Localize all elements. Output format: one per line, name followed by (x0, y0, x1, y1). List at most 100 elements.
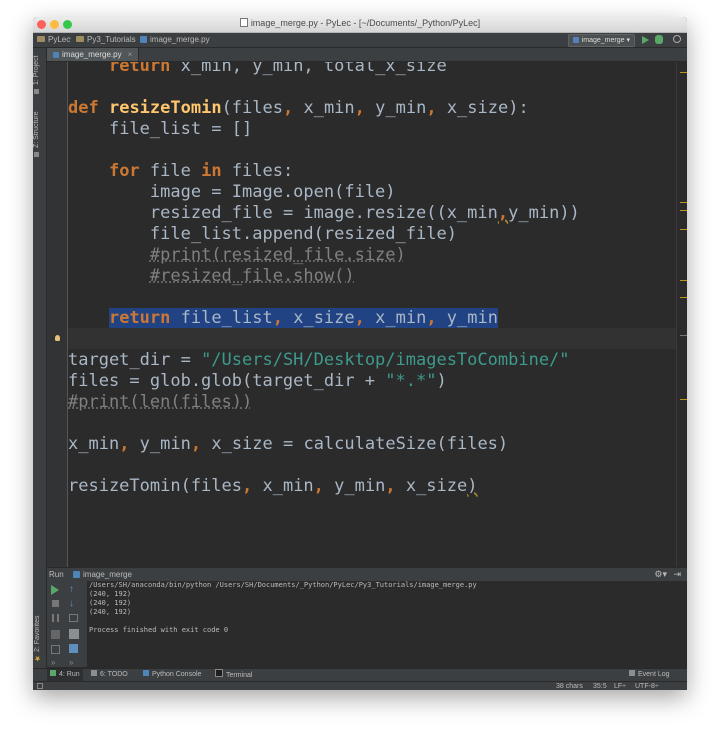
code-line[interactable]: #resized_file.show() (68, 266, 355, 287)
tab-structure-label: Z: Structure (33, 111, 40, 148)
status-encoding[interactable]: UTF-8÷ (635, 682, 659, 690)
breadcrumb-separator-icon: › (69, 35, 72, 42)
code-token: x_size): (436, 98, 529, 118)
status-line-separator[interactable]: LF÷ (614, 682, 626, 690)
hide-panel-icon[interactable]: ⇥ (673, 568, 681, 581)
title-bar: image_merge.py - PyLec - [~/Documents/_P… (33, 17, 687, 33)
stop-icon[interactable] (52, 600, 59, 607)
code-token: #print(len(files)) (68, 392, 253, 412)
code-line[interactable]: files = glob.glob(target_dir + "*.*") (68, 371, 447, 392)
warning-marker[interactable] (680, 202, 687, 203)
tab-favorites-label: 2: Favorites (34, 615, 41, 652)
code-token: return (108, 62, 171, 76)
code-token: x_size (282, 308, 355, 328)
tab-event-log[interactable]: Event Log (629, 669, 670, 681)
selection-marker[interactable] (680, 335, 687, 336)
arrow-up-icon[interactable]: ↑ (69, 585, 79, 595)
code-token: y_min (129, 434, 191, 454)
code-line[interactable]: file_list = [] (68, 119, 252, 140)
code-token: , (385, 476, 396, 496)
code-editor[interactable]: return x_min, y_min, total_x_sizedef res… (68, 62, 676, 574)
tab-python-console[interactable]: Python Console (143, 669, 201, 681)
gear-icon[interactable]: ⚙▾ (654, 568, 667, 581)
warning-marker[interactable] (680, 399, 687, 400)
python-file-icon (53, 52, 59, 58)
run-icon (50, 670, 56, 676)
window-title: image_merge.py - PyLec - [~/Documents/_P… (33, 18, 687, 28)
tab-terminal-label: Terminal (226, 672, 253, 679)
breadcrumb-project[interactable]: PyLec (37, 34, 70, 46)
tool-windows-icon[interactable] (37, 683, 43, 689)
code-line[interactable]: #print(len(files)) (68, 392, 252, 413)
run-configuration-select[interactable]: image_merge ▾ (567, 34, 635, 47)
breadcrumb-file[interactable]: image_merge.py (140, 34, 210, 46)
code-line[interactable]: target_dir = "/Users/SH/Desktop/imagesTo… (68, 350, 570, 371)
code-line[interactable]: resized_file = image.resize((x_min,y_min… (68, 203, 580, 224)
code-token: , (282, 98, 294, 118)
code-token: , (119, 434, 130, 454)
run-tab-label: image_merge (83, 570, 132, 579)
editor-tab-bar: image_merge.py × (47, 48, 687, 62)
tab-todo[interactable]: 6: TODO (91, 669, 128, 681)
code-line[interactable]: for file in files: (68, 161, 293, 182)
run-toolbar: ↑ ↓ » » (47, 581, 88, 667)
print-icon[interactable] (69, 629, 79, 639)
code-token: file_list (170, 308, 273, 328)
editor-scrollbar[interactable] (676, 62, 687, 574)
warning-marker[interactable] (680, 229, 687, 230)
code-line[interactable]: return file_list, x_size, x_min, y_min (68, 308, 498, 329)
close-tab-icon[interactable]: × (128, 50, 133, 59)
current-line-highlight (68, 328, 676, 349)
code-line[interactable]: image = Image.open(file) (68, 182, 396, 203)
run-configuration-label: image_merge (581, 37, 625, 44)
lightbulb-icon[interactable] (55, 335, 60, 341)
code-line[interactable]: x_min, y_min, x_size = calculateSize(fil… (68, 434, 508, 455)
run-tab[interactable]: image_merge (73, 568, 132, 581)
pause-icon[interactable] (52, 614, 59, 622)
code-token: target_dir = (68, 350, 202, 370)
search-icon[interactable] (673, 35, 681, 43)
tab-python-console-label: Python Console (152, 671, 202, 678)
code-token: , (497, 203, 509, 223)
console-line: Process finished with exit code 0 (89, 626, 229, 634)
pin-icon[interactable] (69, 644, 78, 653)
tab-image-merge[interactable]: image_merge.py × (47, 48, 140, 61)
code-line[interactable]: return x_min, y_min, total_x_size (68, 62, 447, 77)
code-token: "/Users/SH/Desktop/imagesToCombine/" (201, 350, 570, 370)
tab-project[interactable]: 1: Project (33, 52, 46, 98)
code-line[interactable]: resizeTomin(files, x_min, y_min, x_size) (68, 476, 478, 497)
warning-marker[interactable] (680, 280, 687, 281)
code-line[interactable]: #print(resized_file.size) (68, 245, 406, 266)
rerun-icon[interactable] (51, 585, 59, 595)
code-token: ) (436, 371, 447, 391)
scroll-to-end-icon[interactable] (51, 645, 60, 654)
python-console-icon (143, 670, 149, 676)
code-token: , (242, 476, 253, 496)
tab-favorites[interactable]: ★ 2: Favorites (33, 613, 46, 665)
arrow-down-icon[interactable]: ↓ (69, 599, 79, 609)
run-icon[interactable] (642, 36, 649, 44)
code-token: file_list.append(resized_file) (149, 224, 457, 244)
status-caret-position[interactable]: 35:5 (593, 682, 607, 690)
code-line[interactable]: def resizeTomin(files, x_min, y_min, x_s… (68, 98, 529, 119)
bottom-tool-bar: 4: Run 6: TODO Python Console Terminal E… (33, 668, 687, 681)
code-line[interactable]: file_list.append(resized_file) (68, 224, 457, 245)
warning-marker[interactable] (680, 297, 687, 298)
python-file-icon (73, 571, 80, 578)
warning-marker[interactable] (680, 210, 687, 211)
code-token: file (139, 161, 202, 181)
run-console[interactable]: /Users/SH/anaconda/bin/python /Users/SH/… (88, 581, 687, 667)
tab-run[interactable]: 4: Run (47, 669, 83, 681)
breadcrumb-folder[interactable]: Py3_Tutorials (76, 34, 136, 46)
code-token: #resized_file.show() (149, 266, 355, 286)
code-token: y_min (436, 308, 498, 328)
soft-wrap-icon[interactable] (69, 614, 78, 622)
restore-layout-icon[interactable] (51, 630, 60, 639)
debug-icon[interactable] (655, 35, 663, 44)
tab-structure[interactable]: Z: Structure (33, 106, 46, 162)
warning-marker[interactable] (680, 72, 687, 73)
terminal-icon (215, 669, 223, 677)
code-token: , (426, 98, 437, 118)
